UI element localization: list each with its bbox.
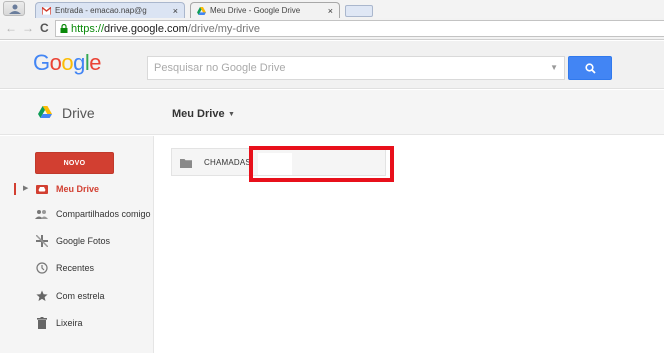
drive-logo-icon — [38, 106, 52, 118]
sidebar-item-recent[interactable]: Recentes — [0, 260, 160, 276]
tab-drive[interactable]: Meu Drive - Google Drive × — [190, 2, 340, 18]
lock-icon — [60, 24, 68, 33]
clock-icon — [35, 262, 48, 274]
window-menu-button[interactable] — [3, 1, 25, 16]
url-scheme: https:// — [71, 22, 105, 35]
app-title[interactable]: Drive — [62, 105, 95, 121]
people-icon — [35, 208, 48, 220]
star-icon — [35, 290, 48, 302]
sidebar-item-label: Meu Drive — [56, 184, 100, 194]
reload-icon[interactable]: C — [40, 21, 49, 35]
highlight-box — [249, 146, 394, 182]
google-header: Google Pesquisar no Google Drive ▼ — [0, 41, 664, 89]
chevron-down-icon[interactable]: ▼ — [228, 111, 235, 118]
sidebar-item-my-drive[interactable]: ▶ Meu Drive — [0, 181, 160, 197]
tab-gmail[interactable]: Entrada - emacao.nap@g × — [35, 2, 185, 18]
folder-icon — [180, 159, 192, 168]
browser-tab-strip: Entrada - emacao.nap@g × Meu Drive - Goo… — [0, 0, 664, 18]
active-indicator — [14, 183, 16, 195]
drive-subheader: Drive Meu Drive ▼ — [0, 90, 664, 135]
drive-icon — [197, 6, 206, 15]
drive-folder-icon — [35, 183, 48, 195]
photos-icon — [35, 235, 48, 247]
browser-toolbar: ← → C https://drive.google.com/drive/my-… — [0, 18, 664, 40]
tab-title: Meu Drive - Google Drive — [210, 6, 301, 15]
sidebar-item-shared[interactable]: Compartilhados comigo — [0, 206, 160, 222]
new-button[interactable]: NOVO — [35, 152, 114, 174]
tab-close-icon[interactable]: × — [173, 6, 178, 16]
redaction-patch — [258, 153, 292, 175]
sidebar-item-photos[interactable]: Google Fotos — [0, 233, 160, 249]
search-options-icon[interactable]: ▼ — [550, 63, 558, 72]
tab-close-icon[interactable]: × — [328, 6, 333, 16]
address-bar[interactable]: https://drive.google.com/drive/my-drive — [55, 20, 664, 37]
sidebar-item-label: Google Fotos — [56, 236, 111, 246]
sidebar: NOVO ▶ Meu Drive Compartilhados comigo G… — [0, 136, 154, 353]
google-logo[interactable]: Google — [33, 50, 102, 76]
expand-arrow-icon[interactable]: ▶ — [23, 184, 28, 192]
back-icon[interactable]: ← — [5, 21, 17, 35]
search-placeholder: Pesquisar no Google Drive — [154, 62, 286, 74]
user-icon — [9, 4, 21, 14]
folder-name: CHAMADAS — [204, 158, 251, 167]
url-path: /drive/my-drive — [187, 22, 260, 35]
breadcrumb[interactable]: Meu Drive — [172, 108, 225, 120]
sidebar-item-trash[interactable]: Lixeira — [0, 315, 160, 331]
sidebar-item-label: Com estrela — [56, 291, 105, 301]
search-input[interactable]: Pesquisar no Google Drive ▼ — [147, 56, 565, 80]
tab-title: Entrada - emacao.nap@g — [55, 6, 147, 15]
search-icon — [584, 62, 596, 74]
trash-icon — [35, 317, 48, 329]
sidebar-item-label: Lixeira — [56, 318, 83, 328]
sidebar-item-label: Recentes — [56, 263, 95, 273]
gmail-icon — [42, 6, 51, 15]
forward-icon[interactable]: → — [22, 21, 34, 35]
search-button[interactable] — [568, 56, 612, 80]
new-tab-button[interactable] — [345, 5, 373, 17]
sidebar-item-starred[interactable]: Com estrela — [0, 288, 160, 304]
url-host: drive.google.com — [104, 22, 188, 35]
sidebar-item-label: Compartilhados comigo — [56, 209, 151, 219]
